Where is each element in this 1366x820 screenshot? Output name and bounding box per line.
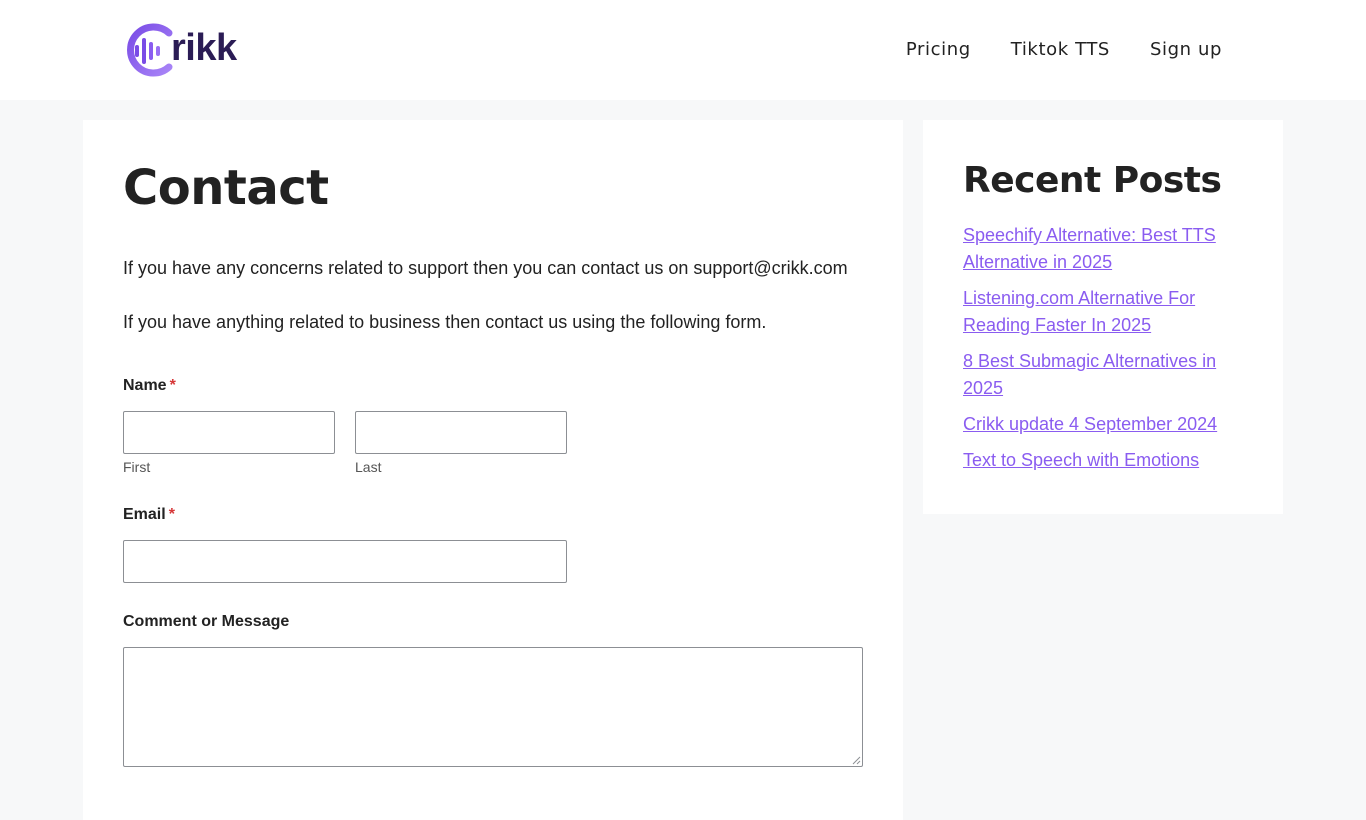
name-label: Name * (123, 377, 176, 395)
name-label-text: Name (123, 377, 167, 394)
required-marker: * (168, 506, 175, 523)
message-label-text: Comment or Message (123, 613, 290, 630)
recent-posts-list: Speechify Alternative: Best TTS Alternat… (963, 222, 1253, 483)
list-item: Crikk update 4 September 2024 (963, 411, 1253, 438)
business-paragraph: If you have anything related to business… (123, 312, 767, 332)
resize-grip-icon[interactable] (852, 756, 861, 765)
first-name-input[interactable] (123, 411, 335, 454)
message-label: Comment or Message (123, 613, 289, 631)
nav-sign-up[interactable]: Sign up (1150, 38, 1222, 62)
list-item: 8 Best Submagic Alternatives in 2025 (963, 348, 1253, 402)
sound-wave-c-icon (127, 23, 173, 77)
sidebar-recent-posts: Recent Posts Speechify Alternative: Best… (923, 120, 1283, 514)
content-card: Contact If you have any concerns related… (83, 120, 903, 820)
nav-tiktok-tts[interactable]: Tiktok TTS (1011, 38, 1110, 62)
site-header: rikk Pricing Tiktok TTS Sign up (0, 0, 1366, 100)
sidebar-title: Recent Posts (963, 160, 1222, 201)
last-name-input[interactable] (355, 411, 567, 454)
page-title: Contact (123, 160, 329, 216)
first-name-sublabel: First (123, 459, 151, 475)
list-item: Speechify Alternative: Best TTS Alternat… (963, 222, 1253, 276)
post-link[interactable]: Text to Speech with Emotions (963, 450, 1199, 470)
site-logo[interactable]: rikk (123, 22, 237, 78)
email-label: Email * (123, 506, 175, 524)
post-link[interactable]: Crikk update 4 September 2024 (963, 414, 1217, 434)
last-name-sublabel: Last (355, 459, 382, 475)
list-item: Listening.com Alternative For Reading Fa… (963, 285, 1253, 339)
required-marker: * (169, 377, 176, 394)
post-link[interactable]: Speechify Alternative: Best TTS Alternat… (963, 225, 1216, 272)
support-paragraph: If you have any concerns related to supp… (123, 258, 848, 278)
main-nav: Pricing Tiktok TTS Sign up (866, 38, 1222, 62)
email-label-text: Email (123, 506, 166, 523)
logo-wordmark: rikk (171, 27, 237, 69)
post-link[interactable]: Listening.com Alternative For Reading Fa… (963, 288, 1195, 335)
nav-pricing[interactable]: Pricing (906, 38, 971, 62)
post-link[interactable]: 8 Best Submagic Alternatives in 2025 (963, 351, 1216, 398)
message-textarea[interactable] (123, 647, 863, 767)
email-input[interactable] (123, 540, 567, 583)
list-item: Text to Speech with Emotions (963, 447, 1253, 474)
